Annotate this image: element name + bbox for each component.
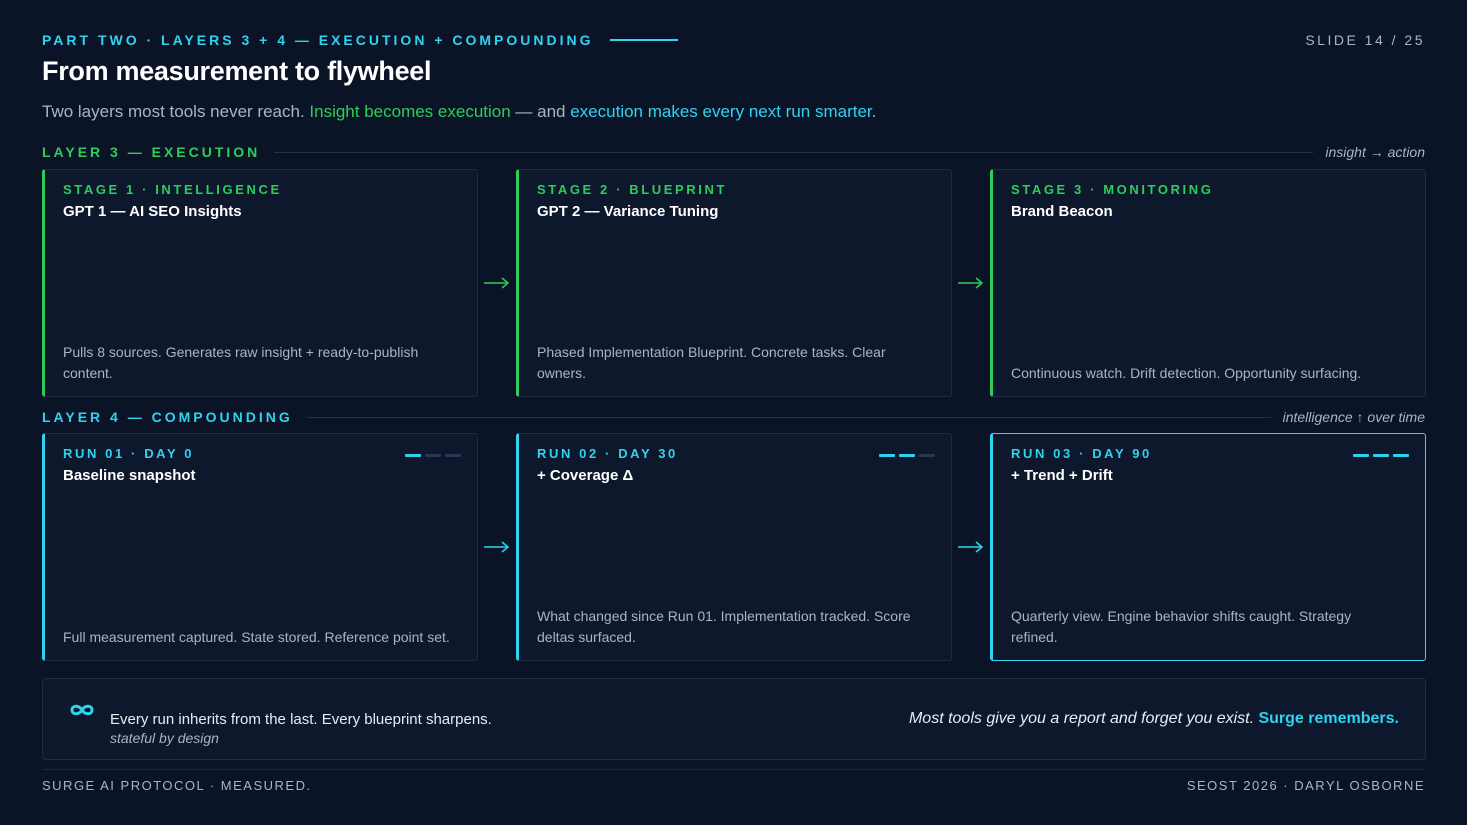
run-label: RUN 02 · DAY 30 [537, 446, 678, 461]
subtitle-green: Insight becomes execution [309, 102, 511, 121]
layer4-header: LAYER 4 — COMPOUNDING intelligence ↑ ove… [42, 409, 1425, 425]
subtitle: Two layers most tools never reach. Insig… [42, 102, 876, 122]
stage-name: Brand Beacon [1011, 203, 1113, 220]
progress-dash [425, 454, 441, 457]
progress-dash [1373, 454, 1389, 457]
bottom-credit: SEOST 2026 · DARYL OSBORNE [1186, 778, 1425, 793]
stage-card-2: STAGE 2 · BLUEPRINT GPT 2 — Variance Tun… [516, 169, 952, 397]
stage-name: GPT 2 — Variance Tuning [537, 203, 719, 220]
run-progress [1353, 454, 1409, 457]
slide-number: SLIDE 14 / 25 [1305, 32, 1425, 48]
run-description: Quarterly view. Engine behavior shifts c… [1011, 608, 1352, 645]
stage-name: GPT 1 — AI SEO Insights [63, 203, 242, 220]
subtitle-end: . [871, 102, 877, 121]
layer4-label: LAYER 4 — COMPOUNDING [42, 409, 293, 425]
footer-sub-text: stateful by design [110, 730, 219, 746]
layer3-label: LAYER 3 — EXECUTION [42, 144, 261, 160]
kicker: PART TWO · LAYERS 3 + 4 — EXECUTION + CO… [42, 32, 594, 48]
stage-label: STAGE 3 · MONITORING [1011, 182, 1214, 197]
kicker-underline [609, 39, 678, 41]
run-description: Full measurement captured. State stored.… [63, 629, 450, 645]
run-description: What changed since Run 01. Implementatio… [537, 608, 911, 645]
subtitle-mid: — and [510, 102, 571, 121]
footer-main-text: Every run inherits from the last. Every … [110, 711, 492, 728]
footer-callout: Every run inherits from the last. Every … [42, 678, 1426, 760]
progress-dash [445, 454, 461, 457]
layer3-header: LAYER 3 — EXECUTION insight → action [42, 144, 1425, 160]
subtitle-start: Two layers most tools never reach. [42, 102, 310, 121]
layer4-note: intelligence ↑ over time [1282, 409, 1425, 425]
arrow-right-icon [958, 541, 984, 553]
run-name: + Trend + Drift [1011, 467, 1113, 484]
page-title: From measurement to flywheel [42, 56, 432, 86]
run-progress [879, 454, 935, 457]
progress-dash [879, 454, 895, 457]
subtitle-cyan: execution makes every next run smarter [570, 102, 872, 121]
stage-card-1: STAGE 1 · INTELLIGENCE GPT 1 — AI SEO In… [42, 169, 478, 397]
run-card-3: RUN 03 · DAY 90 + Trend + Drift Quarterl… [990, 433, 1426, 661]
bottom-divider [42, 769, 1425, 770]
run-label: RUN 01 · DAY 0 [63, 446, 195, 461]
progress-dash [405, 454, 421, 457]
stage-description: Continuous watch. Drift detection. Oppor… [1011, 365, 1362, 381]
layer3-note: insight → action [1325, 144, 1425, 160]
arrow-right-icon [484, 541, 510, 553]
progress-dash [1393, 454, 1409, 457]
run-label: RUN 03 · DAY 90 [1011, 446, 1152, 461]
stage-card-3: STAGE 3 · MONITORING Brand Beacon Contin… [990, 169, 1426, 397]
stage-description: Pulls 8 sources. Generates raw insight +… [63, 344, 419, 381]
progress-dash [899, 454, 915, 457]
run-name: Baseline snapshot [63, 467, 196, 484]
footer-tagline-bold: Surge remembers. [1258, 710, 1399, 727]
footer-tagline-text: Most tools give you a report and forget … [908, 710, 1259, 727]
stage-label: STAGE 1 · INTELLIGENCE [63, 182, 282, 197]
bottom-brand: SURGE AI PROTOCOL · MEASURED. [42, 778, 312, 793]
layer3-divider [274, 151, 1314, 153]
footer-tagline: Most tools give you a report and forget … [909, 710, 1399, 728]
arrow-right-icon [484, 277, 510, 289]
stage-label: STAGE 2 · BLUEPRINT [537, 182, 728, 197]
progress-dash [1353, 454, 1369, 457]
kicker-row: PART TWO · LAYERS 3 + 4 — EXECUTION + CO… [42, 32, 678, 48]
infinity-icon [70, 704, 94, 716]
arrow-right-icon [958, 277, 984, 289]
run-progress [405, 454, 461, 457]
run-card-1: RUN 01 · DAY 0 Baseline snapshot Full me… [42, 433, 478, 661]
progress-dash [919, 454, 935, 457]
layer4-divider [306, 416, 1271, 418]
run-name: + Coverage Δ [537, 467, 634, 484]
run-card-2: RUN 02 · DAY 30 + Coverage Δ What change… [516, 433, 952, 661]
stage-description: Phased Implementation Blueprint. Concret… [537, 344, 886, 381]
